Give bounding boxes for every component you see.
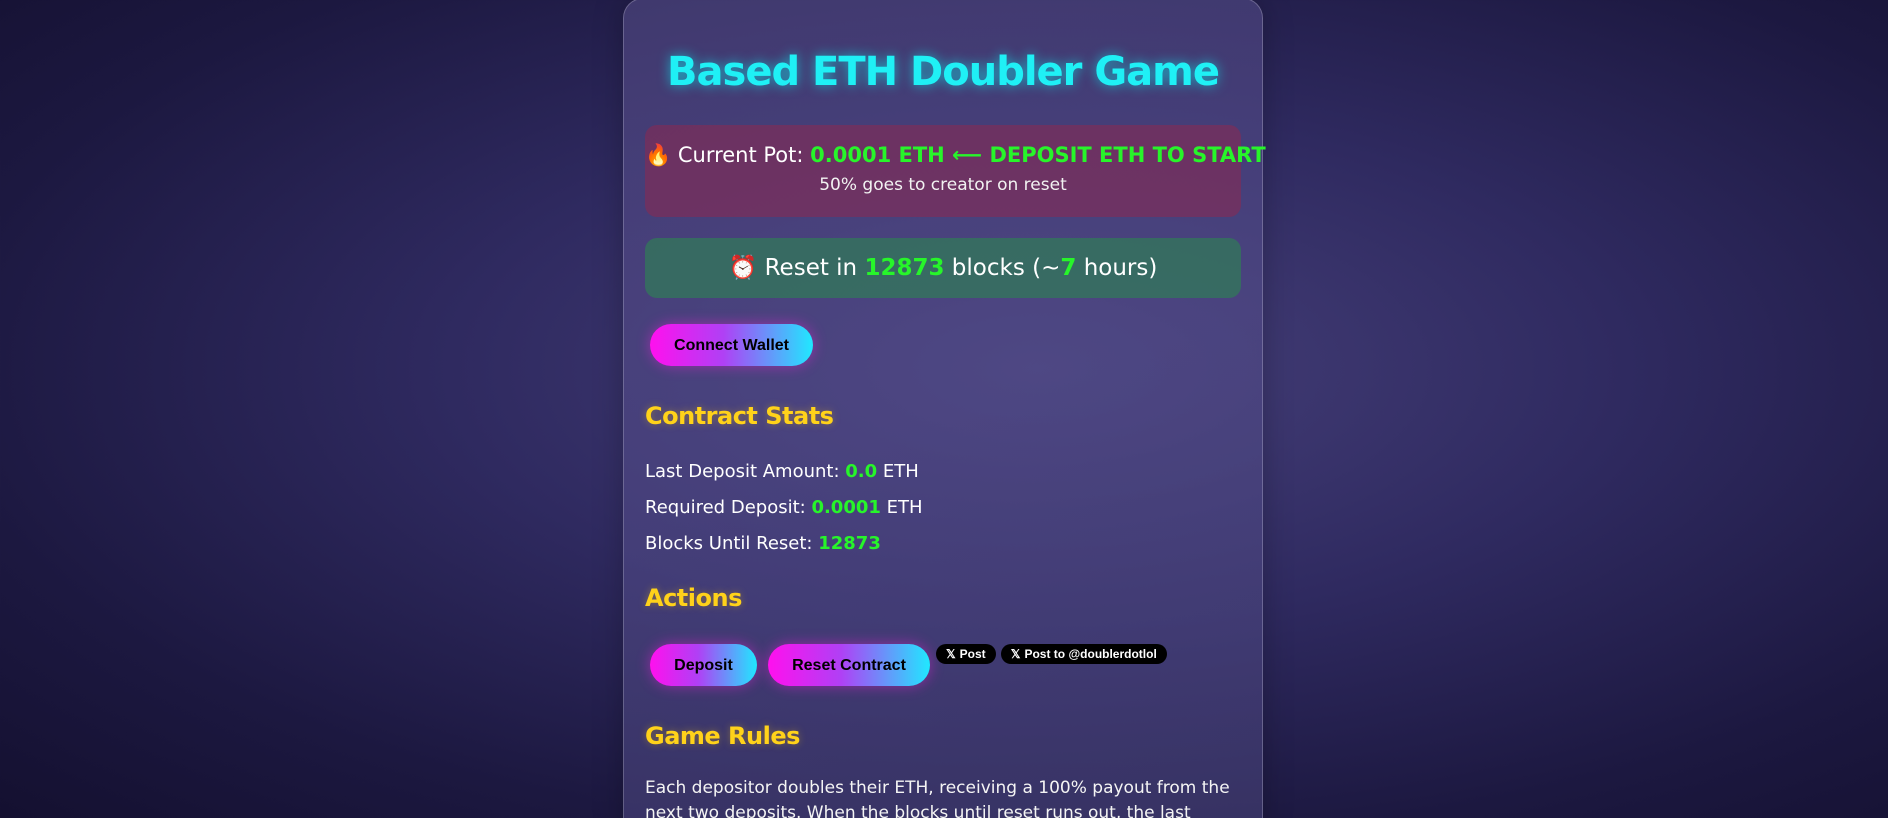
- connect-wallet-button[interactable]: Connect Wallet: [650, 324, 813, 366]
- game-card: Based ETH Doubler Game 🔥 Current Pot: 0.…: [623, 0, 1266, 818]
- current-pot-label: Current Pot:: [677, 143, 811, 167]
- deposit-button[interactable]: Deposit: [650, 644, 757, 686]
- contract-stats-heading: Contract Stats: [645, 402, 834, 430]
- reset-timer-panel: ⏰ Reset in 12873 blocks (~7 hours): [645, 238, 1241, 298]
- required-deposit-unit: ETH: [880, 497, 923, 518]
- x-post-to-label: Post to @doublerdotlol: [1024, 647, 1157, 661]
- x-logo-icon: 𝕏: [1010, 647, 1021, 661]
- last-deposit-value: 0.0: [845, 461, 878, 482]
- game-rules-text: Each depositor doubles their ETH, receiv…: [645, 778, 1230, 818]
- actions-heading: Actions: [645, 584, 742, 612]
- reset-blocks-value: 12873: [864, 255, 945, 281]
- current-pot-panel: 🔥 Current Pot: 0.0001 ETH ⟵ DEPOSIT ETH …: [645, 125, 1266, 217]
- reset-prefix: Reset in: [764, 255, 865, 281]
- reset-middle: blocks (~: [944, 255, 1061, 281]
- reset-suffix: hours): [1076, 255, 1158, 281]
- page-title: Based ETH Doubler Game: [667, 49, 1220, 95]
- x-post-button[interactable]: 𝕏 Post: [936, 644, 996, 664]
- reset-contract-button[interactable]: Reset Contract: [768, 644, 930, 686]
- connect-row: Connect Wallet: [645, 324, 1241, 366]
- x-post-label: Post: [959, 647, 986, 661]
- x-logo-icon: 𝕏: [946, 647, 956, 661]
- required-deposit-stat: Required Deposit: 0.0001 ETH: [645, 490, 1241, 526]
- blocks-until-reset-value: 12873: [818, 533, 881, 554]
- required-deposit-value: 0.0001: [811, 497, 881, 518]
- last-deposit-unit: ETH: [877, 461, 919, 482]
- blocks-until-reset-stat: Blocks Until Reset: 12873: [645, 526, 1241, 562]
- creator-share-note: 50% goes to creator on reset: [819, 175, 1067, 195]
- current-pot-value: 0.0001 ETH ⟵ DEPOSIT ETH TO START: [810, 143, 1266, 167]
- alarm-clock-icon: ⏰: [728, 255, 758, 281]
- fire-icon: 🔥: [645, 143, 672, 167]
- blocks-until-reset-label: Blocks Until Reset:: [645, 533, 819, 554]
- reset-hours-value: 7: [1060, 255, 1077, 281]
- actions-row: Deposit Reset Contract𝕏 Post 𝕏 Post to @dou…: [645, 644, 1241, 686]
- last-deposit-stat: Last Deposit Amount: 0.0 ETH: [645, 454, 1241, 490]
- required-deposit-label: Required Deposit:: [645, 497, 812, 518]
- game-rules-heading: Game Rules: [645, 722, 800, 750]
- current-pot-line: 🔥 Current Pot: 0.0001 ETH ⟵ DEPOSIT ETH …: [645, 141, 1266, 169]
- x-post-to-button[interactable]: 𝕏 Post to @doublerdotlol: [1000, 644, 1167, 664]
- last-deposit-label: Last Deposit Amount:: [645, 461, 846, 482]
